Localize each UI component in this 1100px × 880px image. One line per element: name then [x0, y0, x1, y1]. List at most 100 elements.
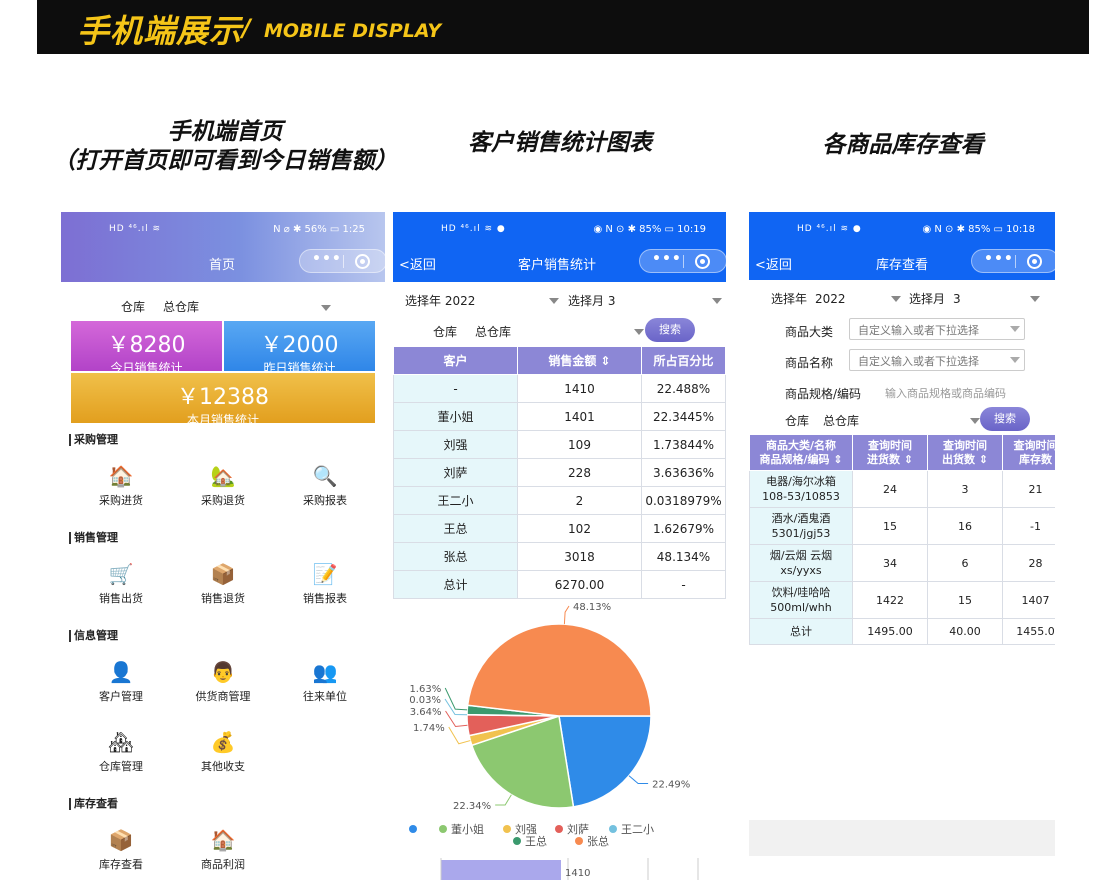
category-input[interactable]: 自定义输入或者下拉选择 [849, 318, 1025, 340]
mini-program-capsule[interactable]: ••• [971, 249, 1055, 273]
month-label: 选择月 [909, 292, 946, 306]
chevron-down-icon[interactable] [970, 418, 980, 424]
cell: 2 [517, 486, 642, 515]
month-sales-card[interactable]: ￥12388 本月销售统计 [71, 373, 375, 427]
pie-slice[interactable] [558, 715, 652, 808]
column-header[interactable]: 销售金额 ⇕ [517, 346, 642, 375]
showcase-page: 手机端展示 / MOBILE DISPLAY 手机端首页 （打开首页即可看到今日… [0, 0, 1100, 880]
chevron-down-icon[interactable] [1030, 296, 1040, 302]
cell: 1495.00 [852, 618, 928, 645]
status-bar-right: ◉ N ⊙ ✱ 85% ▭ 10:19 [593, 224, 706, 235]
yesterday-sales-amount: ￥2000 [260, 333, 339, 358]
chevron-down-icon[interactable] [891, 296, 901, 302]
legend-label[interactable]: 董小姐 [451, 822, 484, 836]
chevron-down-icon[interactable] [1010, 357, 1020, 363]
column-header[interactable]: 查询时间 库存数 [1002, 434, 1055, 471]
month-value: 3 [953, 292, 961, 306]
menu-other-income[interactable]: 💰 其他收支 [173, 730, 273, 774]
menu-label: 采购进货 [99, 494, 143, 507]
mini-program-capsule[interactable]: ••• [639, 249, 726, 273]
pie-data-label: 22.49% [652, 780, 690, 791]
menu-purchase-in[interactable]: 🏠 采购进货 [71, 464, 171, 508]
chevron-down-icon[interactable] [1010, 326, 1020, 332]
month-select[interactable]: 选择月 3 [568, 292, 615, 309]
menu-label: 销售报表 [303, 592, 347, 605]
cell-line: 烟/云烟 云烟 [769, 549, 833, 562]
cell: 22.488% [641, 374, 726, 403]
legend-swatch[interactable] [513, 837, 521, 845]
mini-program-capsule[interactable]: ••• [299, 249, 385, 273]
table-row: 刘强 109 1.73844% [393, 430, 726, 459]
year-select[interactable]: 选择年 2022 [771, 290, 846, 307]
box-return-icon: 📦 [210, 562, 236, 586]
chevron-down-icon[interactable] [712, 298, 722, 304]
legend-swatch[interactable] [555, 825, 563, 833]
year-select[interactable]: 选择年 2022 [405, 292, 475, 309]
warehouse-label: 仓库 [121, 300, 146, 314]
legend-swatch[interactable] [575, 837, 583, 845]
menu-sales-out[interactable]: 🛒 销售出货 [71, 562, 171, 606]
back-button[interactable]: <返回 [399, 254, 436, 273]
menu-profit[interactable]: 🏠 商品利润 [173, 828, 273, 872]
product-name-input[interactable]: 自定义输入或者下拉选择 [849, 349, 1025, 371]
menu-purchase-return[interactable]: 🏡 采购退货 [173, 464, 273, 508]
cell: 1410 [517, 374, 642, 403]
banner-title-en: MOBILE DISPLAY [264, 20, 442, 42]
menu-purchase-report[interactable]: 🔍 采购报表 [275, 464, 375, 508]
menu-label: 销售退货 [201, 592, 245, 605]
house-icon: 🏠 [108, 464, 134, 488]
legend-swatch[interactable] [409, 825, 417, 833]
section-title-stock: 库存查看 [69, 798, 118, 810]
column-header[interactable]: 所占百分比 [641, 346, 726, 375]
menu-sales-report[interactable]: 📝 销售报表 [275, 562, 375, 606]
spec-input[interactable]: 输入商品规格或商品编码 [885, 385, 1006, 401]
legend-swatch[interactable] [503, 825, 511, 833]
chevron-down-icon[interactable] [634, 329, 644, 335]
customer-pie-chart: 22.49% 22.34% 1.74% 3.64%0.03%1.63% 48.13% 董… [409, 602, 699, 880]
cell-line: xs/yyxs [780, 564, 822, 577]
column-header[interactable]: 商品大类/名称 商品规格/编码 ⇕ [749, 434, 853, 471]
chevron-down-icon[interactable] [321, 305, 331, 311]
status-bar-right: ◉ N ⊙ ✱ 85% ▭ 10:18 [922, 224, 1035, 235]
legend-label[interactable]: 王总 [525, 834, 547, 848]
table-total-row: 总计 1495.00 40.00 1455.0 [749, 618, 1055, 645]
product-name-label: 商品名称 [785, 356, 834, 370]
search-button[interactable]: 搜索 [980, 407, 1030, 431]
more-dots-icon[interactable]: ••• [984, 251, 1014, 267]
legend-label[interactable]: 刘萨 [567, 823, 589, 836]
more-dots-icon[interactable]: ••• [652, 251, 682, 267]
legend-swatch[interactable] [439, 825, 447, 833]
warehouse-selector[interactable]: 仓库 总仓库 [785, 412, 859, 429]
yesterday-sales-card[interactable]: ￥2000 昨日销售统计 [224, 321, 375, 375]
spec-row: 商品规格/编码 输入商品规格或商品编码 [749, 380, 1055, 406]
back-button[interactable]: <返回 [755, 254, 792, 273]
close-target-icon[interactable] [695, 254, 710, 269]
close-target-icon[interactable] [355, 254, 370, 269]
cell: 15 [927, 581, 1003, 619]
warehouse-selector[interactable]: 仓库 总仓库 [433, 323, 511, 340]
menu-supplier[interactable]: 👨 供货商管理 [173, 660, 273, 704]
month-select[interactable]: 选择月 3 [909, 290, 961, 307]
legend-label[interactable]: 王二小 [621, 823, 654, 836]
menu-stock-view[interactable]: 📦 库存查看 [71, 828, 171, 872]
menu-warehouse[interactable]: 🏘 仓库管理 [71, 730, 171, 774]
column-header[interactable]: 查询时间 出货数 ⇕ [927, 434, 1003, 471]
cell: 22.3445% [641, 402, 726, 431]
column-header[interactable]: 查询时间 进货数 ⇕ [852, 434, 928, 471]
pie-slice[interactable] [466, 623, 652, 717]
menu-contacts[interactable]: 👥 往来单位 [275, 660, 375, 704]
pie-data-label: 1.63% [409, 684, 441, 695]
status-bar-left: HD ⁴⁶.ıl ≋ ● [797, 224, 862, 234]
cell: 1401 [517, 402, 642, 431]
legend-swatch[interactable] [609, 825, 617, 833]
menu-sales-return[interactable]: 📦 销售退货 [173, 562, 273, 606]
column-header[interactable]: 客户 [393, 346, 518, 375]
chevron-down-icon[interactable] [549, 298, 559, 304]
menu-customer[interactable]: 👤 客户管理 [71, 660, 171, 704]
warehouse-selector[interactable]: 仓库 总仓库 [121, 298, 217, 315]
more-dots-icon[interactable]: ••• [312, 251, 342, 267]
close-target-icon[interactable] [1027, 254, 1042, 269]
today-sales-card[interactable]: ￥8280 今日销售统计 [71, 321, 222, 375]
search-button[interactable]: 搜索 [645, 318, 695, 342]
legend-label[interactable]: 张总 [587, 834, 609, 848]
